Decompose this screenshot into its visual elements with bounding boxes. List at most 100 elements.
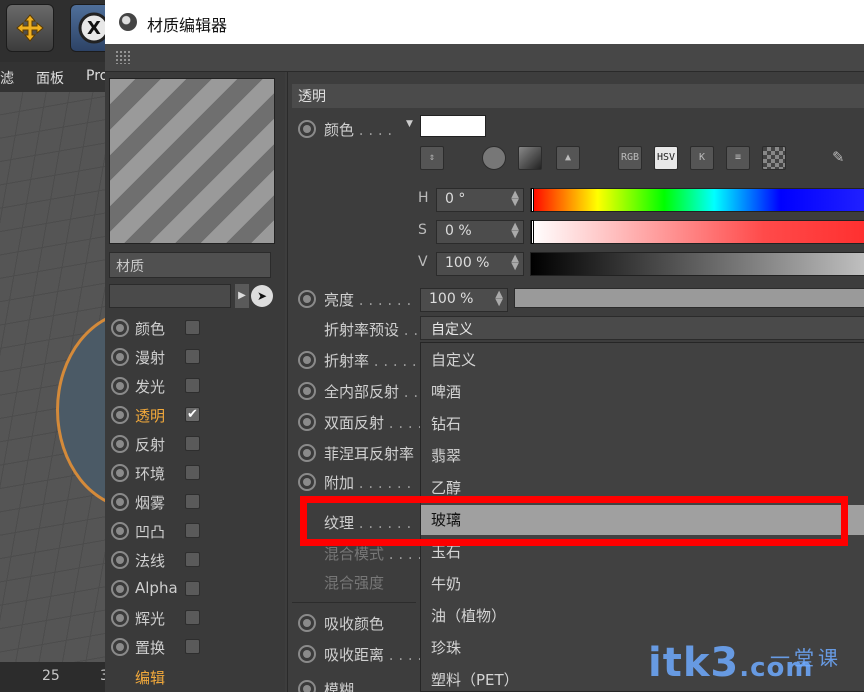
eyedropper-icon[interactable]: ✎ <box>826 146 850 170</box>
color-picker-spectrum-icon[interactable]: ⇕ <box>420 146 444 170</box>
channel-environment[interactable]: 环境 <box>109 459 279 487</box>
brightness-input[interactable]: 100 % ▲ ▼ <box>420 288 508 312</box>
spinner-arrows-icon[interactable]: ▲ ▼ <box>511 222 519 240</box>
channel-radio-icon[interactable] <box>111 406 129 424</box>
keyframe-radio-icon[interactable] <box>298 290 316 308</box>
channel-bump[interactable]: 凹凸 <box>109 517 279 545</box>
link-dropdown-arrow-icon[interactable]: ▶ <box>235 284 249 308</box>
channel-radio-icon[interactable] <box>111 609 129 627</box>
watermark-main: itk3 <box>648 640 740 686</box>
channel-glow[interactable]: 辉光 <box>109 604 279 632</box>
channel-alpha[interactable]: Alpha <box>109 575 279 603</box>
channel-checkbox-checked[interactable]: ✔ <box>185 407 200 422</box>
keyframe-radio-icon[interactable] <box>298 473 316 491</box>
channel-radio-icon[interactable] <box>111 464 129 482</box>
color-dropdown-arrow-icon[interactable]: ▼ <box>406 119 413 129</box>
channel-radio-icon[interactable] <box>111 638 129 656</box>
color-wheel-icon[interactable] <box>482 146 506 170</box>
channel-diffusion[interactable]: 漫射 <box>109 343 279 371</box>
keyframe-radio-icon[interactable] <box>298 120 316 138</box>
channel-checkbox[interactable] <box>185 610 200 625</box>
channel-checkbox[interactable] <box>185 349 200 364</box>
channel-luminance[interactable]: 发光 <box>109 372 279 400</box>
channel-label: 漫射 <box>135 349 166 367</box>
title-bar[interactable]: 材质编辑器 <box>105 0 864 44</box>
slider-handle[interactable] <box>531 188 534 212</box>
prop-label: 折射率 . . . . . . <box>324 350 426 371</box>
channel-checkbox[interactable] <box>185 465 200 480</box>
channel-checkbox[interactable] <box>185 639 200 654</box>
image-picker-icon[interactable]: ▲ <box>556 146 580 170</box>
spinner-arrows-icon[interactable]: ▲ ▼ <box>511 254 519 272</box>
hue-input[interactable]: 0 ° ▲ ▼ <box>436 188 524 212</box>
keyframe-radio-icon[interactable] <box>298 444 316 462</box>
kelvin-mode-button[interactable]: K <box>690 146 714 170</box>
channel-checkbox[interactable] <box>185 378 200 393</box>
material-name-field[interactable]: 材质 <box>109 252 271 278</box>
dropdown-option[interactable]: 自定义 <box>421 345 864 375</box>
value-slider[interactable] <box>530 252 864 276</box>
channel-fog[interactable]: 烟雾 <box>109 488 279 516</box>
channel-transparency[interactable]: 透明 ✔ <box>109 401 279 429</box>
timeline-ruler[interactable]: 25 3 <box>0 662 110 692</box>
channel-radio-icon[interactable] <box>111 551 129 569</box>
3d-viewport[interactable] <box>0 92 110 662</box>
channel-radio-icon[interactable] <box>111 377 129 395</box>
refraction-preset-select[interactable]: 自定义 <box>420 316 864 340</box>
hsv-mode-button[interactable]: HSV <box>654 146 678 170</box>
dropdown-option[interactable]: 钻石 <box>421 409 864 439</box>
mixer-sliders-icon[interactable]: ≡ <box>726 146 750 170</box>
channel-radio-icon[interactable] <box>111 319 129 337</box>
dropdown-option[interactable]: 翡翠 <box>421 441 864 471</box>
color-swatch[interactable] <box>420 115 486 137</box>
channel-checkbox[interactable] <box>185 494 200 509</box>
channel-checkbox[interactable] <box>185 320 200 335</box>
channel-reflectance[interactable]: 反射 <box>109 430 279 458</box>
channel-radio-icon[interactable] <box>111 348 129 366</box>
value-input[interactable]: 100 % ▲ ▼ <box>436 252 524 276</box>
swatches-icon[interactable] <box>762 146 786 170</box>
channel-color[interactable]: 颜色 <box>109 314 279 342</box>
channel-checkbox[interactable] <box>185 436 200 451</box>
prop-label: 吸收距离 . . . . <box>324 644 422 665</box>
keyframe-radio-icon[interactable] <box>298 680 316 692</box>
keyframe-radio-icon[interactable] <box>298 413 316 431</box>
prop-color[interactable]: 颜色 . . . . <box>294 116 854 142</box>
spinner-arrows-icon[interactable]: ▲ ▼ <box>495 290 503 308</box>
slider-handle[interactable] <box>531 220 534 244</box>
channel-radio-icon[interactable] <box>111 580 129 598</box>
pick-cursor-icon[interactable]: ➤ <box>251 285 273 307</box>
move-tool-button[interactable] <box>6 4 54 52</box>
hue-slider[interactable] <box>530 188 864 212</box>
material-preview[interactable] <box>109 78 275 244</box>
grip-handle-icon[interactable] <box>115 50 131 64</box>
selected-sphere-object[interactable] <box>56 310 110 510</box>
material-link-field[interactable] <box>109 284 231 308</box>
edit-tab[interactable]: 编辑 <box>135 667 165 688</box>
channel-checkbox[interactable] <box>185 552 200 567</box>
keyframe-radio-icon[interactable] <box>298 382 316 400</box>
keyframe-radio-icon[interactable] <box>298 614 316 632</box>
brightness-slider[interactable] <box>514 288 864 308</box>
channel-displacement[interactable]: 置换 <box>109 633 279 661</box>
keyframe-radio-icon[interactable] <box>298 645 316 663</box>
channel-radio-icon[interactable] <box>111 435 129 453</box>
saturation-slider[interactable] <box>530 220 864 244</box>
dropdown-option[interactable]: 啤酒 <box>421 377 864 407</box>
color-gradient-icon[interactable] <box>518 146 542 170</box>
prop-label-text: 双面反射 <box>324 414 385 432</box>
channel-normal[interactable]: 法线 <box>109 546 279 574</box>
channel-radio-icon[interactable] <box>111 522 129 540</box>
channel-radio-icon[interactable] <box>111 493 129 511</box>
saturation-label: S <box>418 222 427 238</box>
dropdown-option[interactable]: 牛奶 <box>421 569 864 599</box>
rgb-mode-button[interactable]: RGB <box>618 146 642 170</box>
menu-item-panel[interactable]: 面板 <box>36 68 64 88</box>
keyframe-radio-icon[interactable] <box>298 351 316 369</box>
saturation-input[interactable]: 0 % ▲ ▼ <box>436 220 524 244</box>
channel-checkbox[interactable] <box>185 523 200 538</box>
spinner-arrows-icon[interactable]: ▲ ▼ <box>511 190 519 208</box>
menu-item-filter[interactable]: 滤 <box>0 68 14 88</box>
channel-checkbox[interactable] <box>185 581 200 596</box>
dropdown-option[interactable]: 油（植物） <box>421 601 864 631</box>
